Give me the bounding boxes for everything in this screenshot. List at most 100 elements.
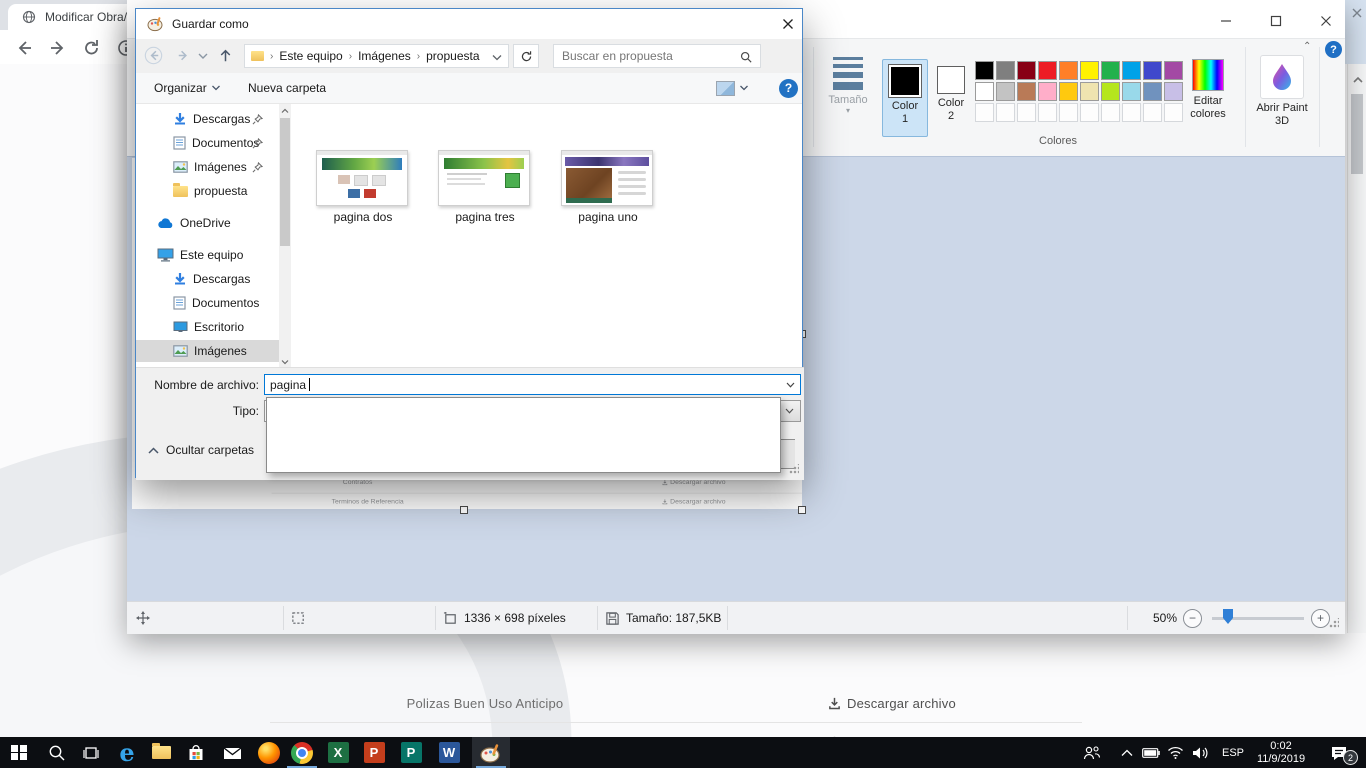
palette-empty-slot[interactable] bbox=[1080, 103, 1099, 122]
sidebar-item-pictures-pinned[interactable]: Imágenes bbox=[136, 156, 279, 178]
notification-center-button[interactable]: 2 bbox=[1318, 737, 1360, 768]
browser-close-icon[interactable] bbox=[1350, 6, 1364, 20]
back-icon[interactable] bbox=[144, 46, 163, 65]
zoom-slider-thumb[interactable] bbox=[1223, 609, 1233, 624]
start-button[interactable] bbox=[0, 737, 38, 768]
browser-forward-icon[interactable] bbox=[48, 38, 68, 58]
palette-color[interactable] bbox=[1059, 82, 1078, 101]
palette-color[interactable] bbox=[1164, 61, 1183, 80]
palette-color[interactable] bbox=[1143, 82, 1162, 101]
taskbar-publisher-button[interactable]: P bbox=[392, 737, 430, 768]
close-icon[interactable] bbox=[1317, 12, 1335, 30]
new-folder-button[interactable]: Nueva carpeta bbox=[248, 73, 326, 103]
paint-resize-grip[interactable] bbox=[1329, 618, 1339, 628]
dialog-help-button[interactable]: ? bbox=[779, 73, 798, 103]
scroll-up-icon[interactable] bbox=[1353, 76, 1363, 84]
search-input[interactable]: Buscar en propuesta bbox=[553, 44, 761, 68]
taskbar-edge-button[interactable]: e bbox=[108, 737, 146, 768]
taskbar-paint-button[interactable] bbox=[472, 737, 510, 768]
palette-color[interactable] bbox=[1038, 82, 1057, 101]
organize-button[interactable]: Organizar bbox=[154, 73, 220, 103]
task-view-button[interactable] bbox=[72, 737, 110, 768]
sidebar-item-documents[interactable]: Documentos bbox=[136, 292, 279, 314]
breadcrumb-propuesta[interactable]: propuesta bbox=[426, 49, 479, 63]
zoom-in-button[interactable]: + bbox=[1311, 602, 1330, 634]
breadcrumb-dropdown-icon[interactable] bbox=[492, 54, 502, 61]
view-mode-button[interactable] bbox=[716, 73, 748, 103]
breadcrumb-this-pc[interactable]: Este equipo bbox=[279, 49, 342, 63]
palette-empty-slot[interactable] bbox=[1038, 103, 1057, 122]
browser-reload-icon[interactable] bbox=[82, 38, 102, 58]
refresh-button[interactable] bbox=[513, 44, 539, 68]
color2-button[interactable]: Color 2 bbox=[930, 59, 972, 135]
sidebar-item-pictures-selected[interactable]: Imágenes bbox=[136, 340, 279, 362]
scroll-up-icon[interactable] bbox=[281, 108, 289, 114]
recent-locations-icon[interactable] bbox=[198, 52, 208, 60]
palette-color[interactable] bbox=[1164, 82, 1183, 101]
clock[interactable]: 0:02 11/9/2019 bbox=[1250, 737, 1312, 768]
dialog-titlebar[interactable]: Guardar como bbox=[136, 9, 802, 39]
download-link[interactable]: Descargar archivo bbox=[828, 696, 956, 711]
palette-empty-slot[interactable] bbox=[975, 103, 994, 122]
palette-empty-slot[interactable] bbox=[996, 103, 1015, 122]
sidebar-item-propuesta[interactable]: propuesta bbox=[136, 180, 279, 202]
file-pagina-tres[interactable]: pagina tres bbox=[438, 150, 532, 224]
sidebar-item-downloads[interactable]: Descargas bbox=[136, 268, 279, 290]
palette-color[interactable] bbox=[996, 61, 1015, 80]
sidebar-scrollbar-thumb[interactable] bbox=[280, 118, 290, 246]
palette-color[interactable] bbox=[975, 82, 994, 101]
filename-dropdown-icon[interactable] bbox=[781, 376, 799, 393]
hide-folders-button[interactable]: Ocultar carpetas bbox=[148, 443, 254, 457]
open-paint3d-button[interactable]: Abrir Paint 3D bbox=[1253, 55, 1311, 128]
browser-back-icon[interactable] bbox=[14, 38, 34, 58]
zoom-out-button[interactable]: − bbox=[1183, 602, 1202, 634]
palette-color[interactable] bbox=[1080, 82, 1099, 101]
file-pagina-uno[interactable]: pagina uno bbox=[561, 150, 655, 224]
sidebar-item-onedrive[interactable]: OneDrive bbox=[136, 212, 279, 234]
palette-empty-slot[interactable] bbox=[1059, 103, 1078, 122]
filename-input[interactable]: pagina bbox=[264, 374, 801, 395]
people-icon[interactable] bbox=[1076, 737, 1108, 768]
filetype-dropdown-icon[interactable] bbox=[778, 401, 800, 421]
palette-color[interactable] bbox=[975, 61, 994, 80]
palette-color[interactable] bbox=[1080, 61, 1099, 80]
up-icon[interactable] bbox=[216, 46, 235, 65]
sidebar-item-this-pc[interactable]: Este equipo bbox=[136, 244, 279, 266]
tray-expand-icon[interactable] bbox=[1114, 737, 1140, 768]
palette-color[interactable] bbox=[1101, 61, 1120, 80]
dialog-resize-grip[interactable] bbox=[789, 464, 799, 474]
taskbar-chrome-button[interactable] bbox=[283, 737, 321, 768]
volume-icon[interactable] bbox=[1186, 737, 1214, 768]
selection-handle[interactable] bbox=[798, 506, 806, 514]
palette-empty-slot[interactable] bbox=[1143, 103, 1162, 122]
taskbar-explorer-button[interactable] bbox=[142, 737, 180, 768]
taskbar-powerpoint-button[interactable]: P bbox=[355, 737, 393, 768]
paint-help-icon[interactable]: ? bbox=[1325, 41, 1342, 58]
palette-color[interactable] bbox=[1101, 82, 1120, 101]
dialog-close-icon[interactable] bbox=[780, 16, 796, 32]
breadcrumb-pictures[interactable]: Imágenes bbox=[358, 49, 411, 63]
sidebar-item-documents-pinned[interactable]: Documentos bbox=[136, 132, 279, 154]
scroll-down-icon[interactable] bbox=[281, 359, 289, 365]
palette-color[interactable] bbox=[1038, 61, 1057, 80]
palette-color[interactable] bbox=[1017, 61, 1036, 80]
taskbar-store-button[interactable] bbox=[177, 737, 215, 768]
taskbar-excel-button[interactable]: X bbox=[319, 737, 357, 768]
palette-color[interactable] bbox=[1059, 61, 1078, 80]
forward-icon[interactable] bbox=[174, 46, 193, 65]
sidebar-item-downloads-pinned[interactable]: Descargas bbox=[136, 108, 279, 130]
taskbar-search-button[interactable] bbox=[38, 737, 76, 768]
filename-autocomplete-dropdown[interactable] bbox=[266, 397, 781, 473]
palette-color[interactable] bbox=[1122, 61, 1141, 80]
sidebar-scrollbar[interactable] bbox=[279, 104, 291, 367]
minimize-icon[interactable] bbox=[1217, 12, 1235, 30]
palette-empty-slot[interactable] bbox=[1164, 103, 1183, 122]
size-button[interactable]: Tamaño ▾ bbox=[825, 57, 871, 115]
sidebar-item-desktop[interactable]: Escritorio bbox=[136, 316, 279, 338]
selection-handle[interactable] bbox=[460, 506, 468, 514]
palette-empty-slot[interactable] bbox=[1101, 103, 1120, 122]
browser-scrollbar-thumb[interactable] bbox=[1351, 94, 1363, 174]
wifi-icon[interactable] bbox=[1162, 737, 1188, 768]
file-pagina-dos[interactable]: pagina dos bbox=[316, 150, 410, 224]
edit-colors-button[interactable]: Editar colores bbox=[1182, 59, 1234, 121]
